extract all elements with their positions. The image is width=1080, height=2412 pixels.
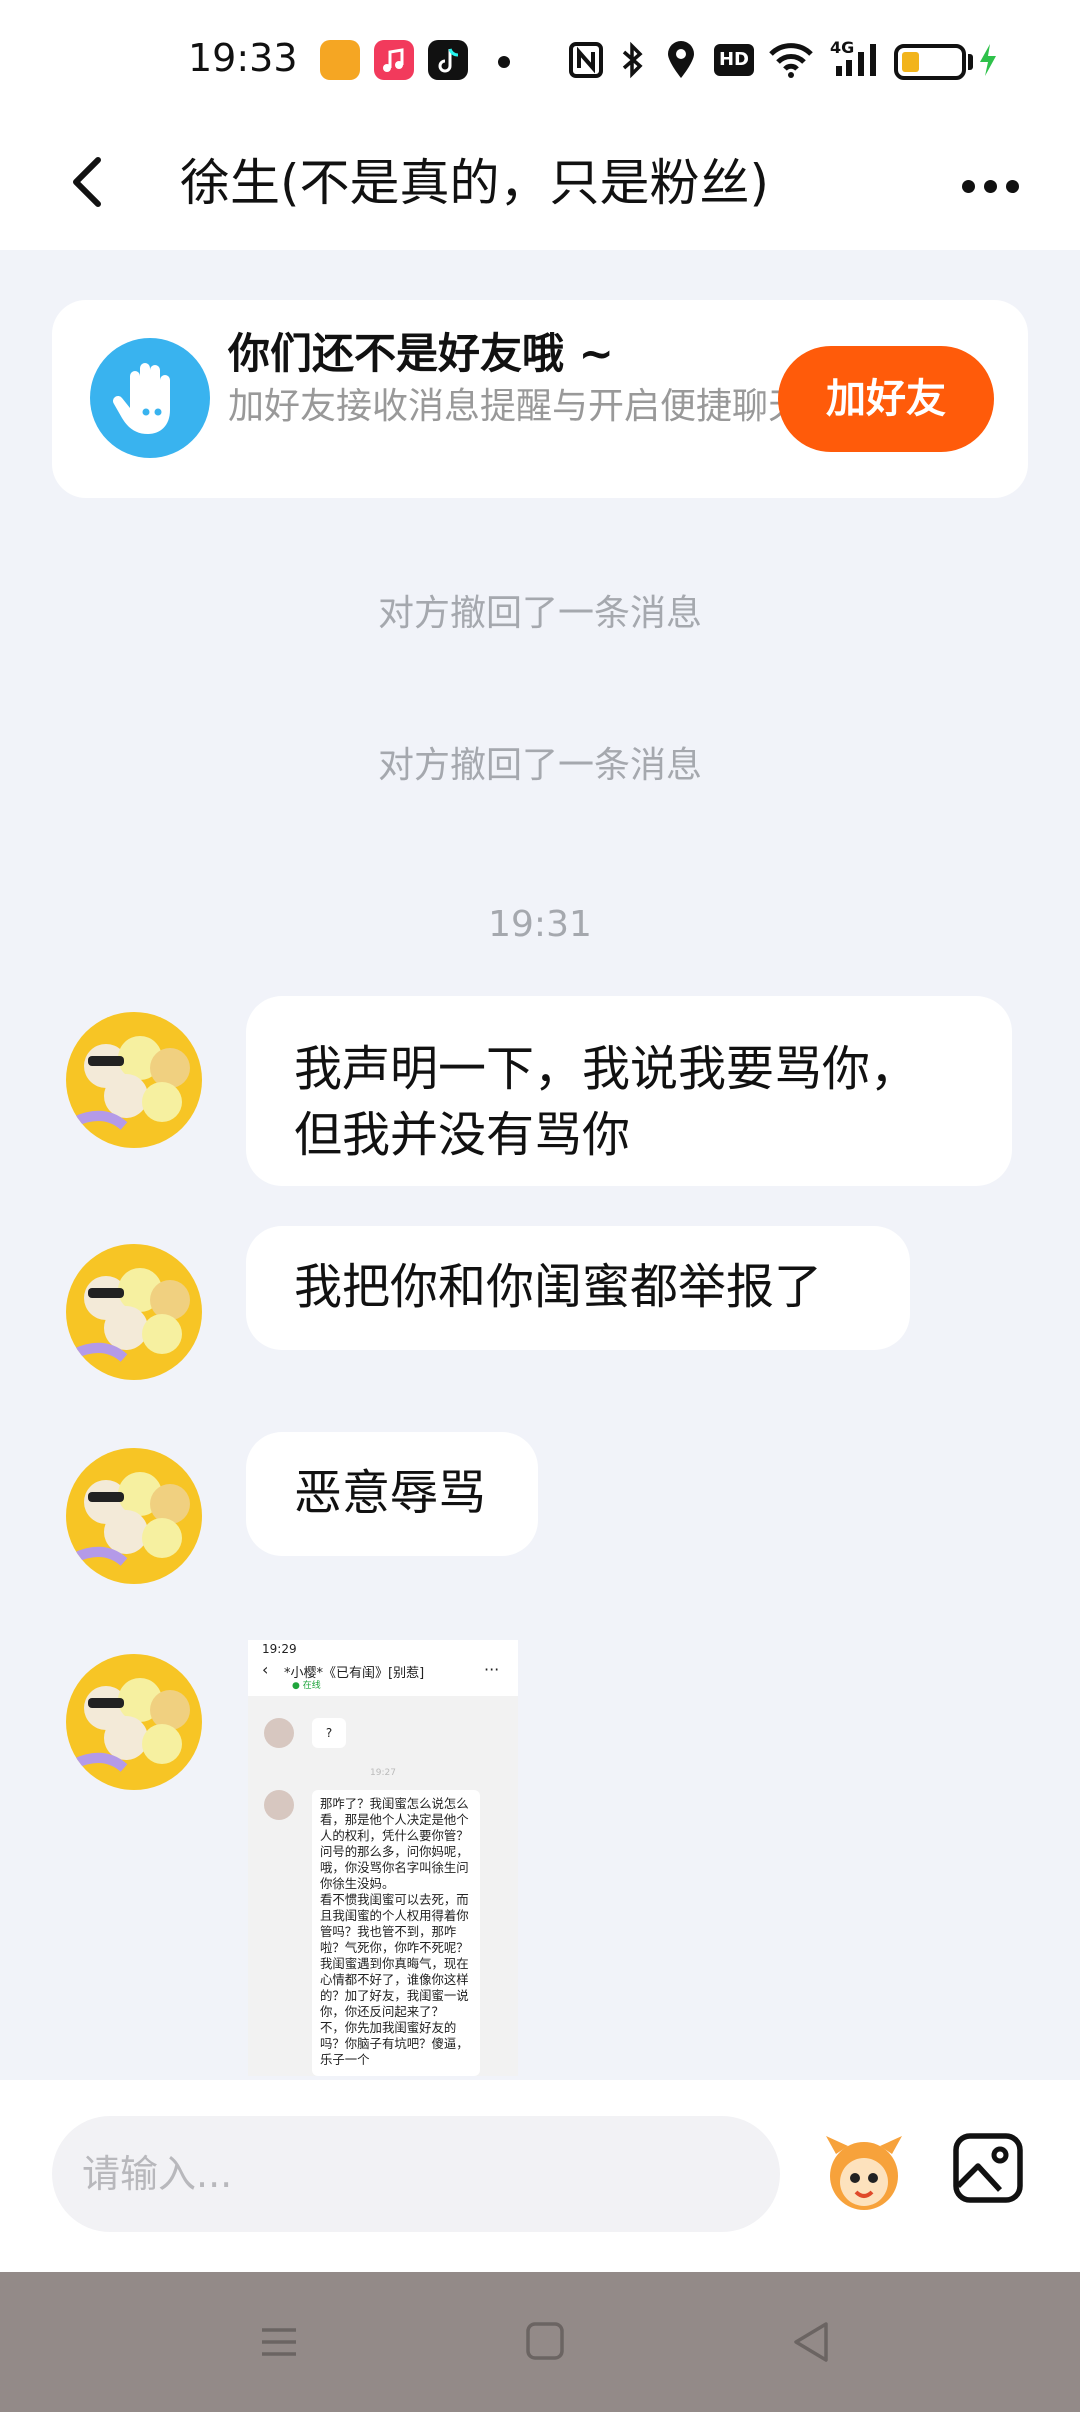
message-bubble[interactable]: 我把你和你闺蜜都举报了 [246,1226,910,1350]
screenshot-image-message[interactable]: 19:29 ‹ *小樱*《已有闺》[别惹] ● 在线 ··· ? 19:27 那… [248,1640,518,2076]
chat-timestamp: 19:31 [488,904,592,945]
screenshot-more-icon: ··· [484,1660,500,1679]
charging-icon [980,44,996,76]
recalled-message-note: 对方撤回了一条消息 [377,745,702,786]
music-icon [374,40,414,80]
home-nav-icon[interactable] [510,2312,580,2372]
location-icon [668,41,694,78]
back-nav-icon[interactable] [776,2312,846,2372]
recalled-message-note: 对方撤回了一条消息 [377,593,702,634]
screenshot-header: 19:29 ‹ *小樱*《已有闺》[别惹] ● 在线 ··· [248,1640,518,1696]
bluetooth-icon [622,41,643,79]
screenshot-long-bubble: 那咋了？我闺蜜怎么说怎么看，那是他个人决定是他个人的权利，凭什么要你管？问号的那… [312,1790,480,2076]
sender-avatar[interactable] [66,1244,202,1380]
menu-nav-icon[interactable] [244,2312,314,2372]
dot-icon [498,56,510,68]
more-options-button[interactable] [950,150,1030,220]
status-bar: 19:33 HD 4G [0,0,1080,120]
screenshot-time: 19:29 [262,1642,297,1656]
message-bubble[interactable]: 恶意辱骂 [246,1432,538,1556]
sender-avatar[interactable] [66,1012,202,1148]
nfc-icon [569,42,603,78]
signal-bars-icon [836,44,876,76]
screenshot-question-bubble: ? [312,1718,346,1748]
wave-hand-icon [90,338,210,458]
message-input[interactable] [52,2116,780,2232]
chat-header: 徐生(不是真的，只是粉丝) [0,120,1080,250]
chat-title: 徐生(不是真的，只是粉丝) [180,154,770,212]
sender-avatar[interactable] [66,1448,202,1584]
system-nav-bar [0,2272,1080,2412]
image-picker-icon[interactable] [950,2130,1026,2206]
add-friend-button[interactable]: 加好友 [778,346,994,452]
status-time: 19:33 [188,36,298,80]
screenshot-inner-time: 19:27 [370,1768,396,1778]
message-bubble[interactable]: 我声明一下，我说我要骂你，但我并没有骂你 [246,996,1012,1186]
screenshot-online-status: ● 在线 [292,1681,321,1691]
add-friend-banner: 你们还不是好友哦 ~ 加好友接收消息提醒与开启便捷聊天 加好友 [52,300,1028,498]
app-badge-icon [320,40,360,80]
hd-icon: HD [714,44,754,76]
back-button[interactable] [56,142,136,222]
banner-description: 加好友接收消息提醒与开启便捷聊天 [228,386,805,427]
battery-icon [894,44,966,80]
chat-screen: 19:33 HD 4G 徐生(不是真的，只是粉丝) 你们还不是好友哦 ~ 加好友… [0,0,1080,2412]
sender-avatar[interactable] [66,1654,202,1790]
banner-title: 你们还不是好友哦 ~ [228,329,614,378]
screenshot-back-icon: ‹ [262,1660,269,1679]
tiktok-icon [428,40,468,80]
screenshot-avatar [264,1790,294,1820]
battery-tip [968,54,973,70]
mascot-emoji-icon[interactable] [816,2124,912,2220]
screenshot-avatar [264,1718,294,1748]
wifi-icon [769,43,813,78]
input-bar [0,2080,1080,2272]
